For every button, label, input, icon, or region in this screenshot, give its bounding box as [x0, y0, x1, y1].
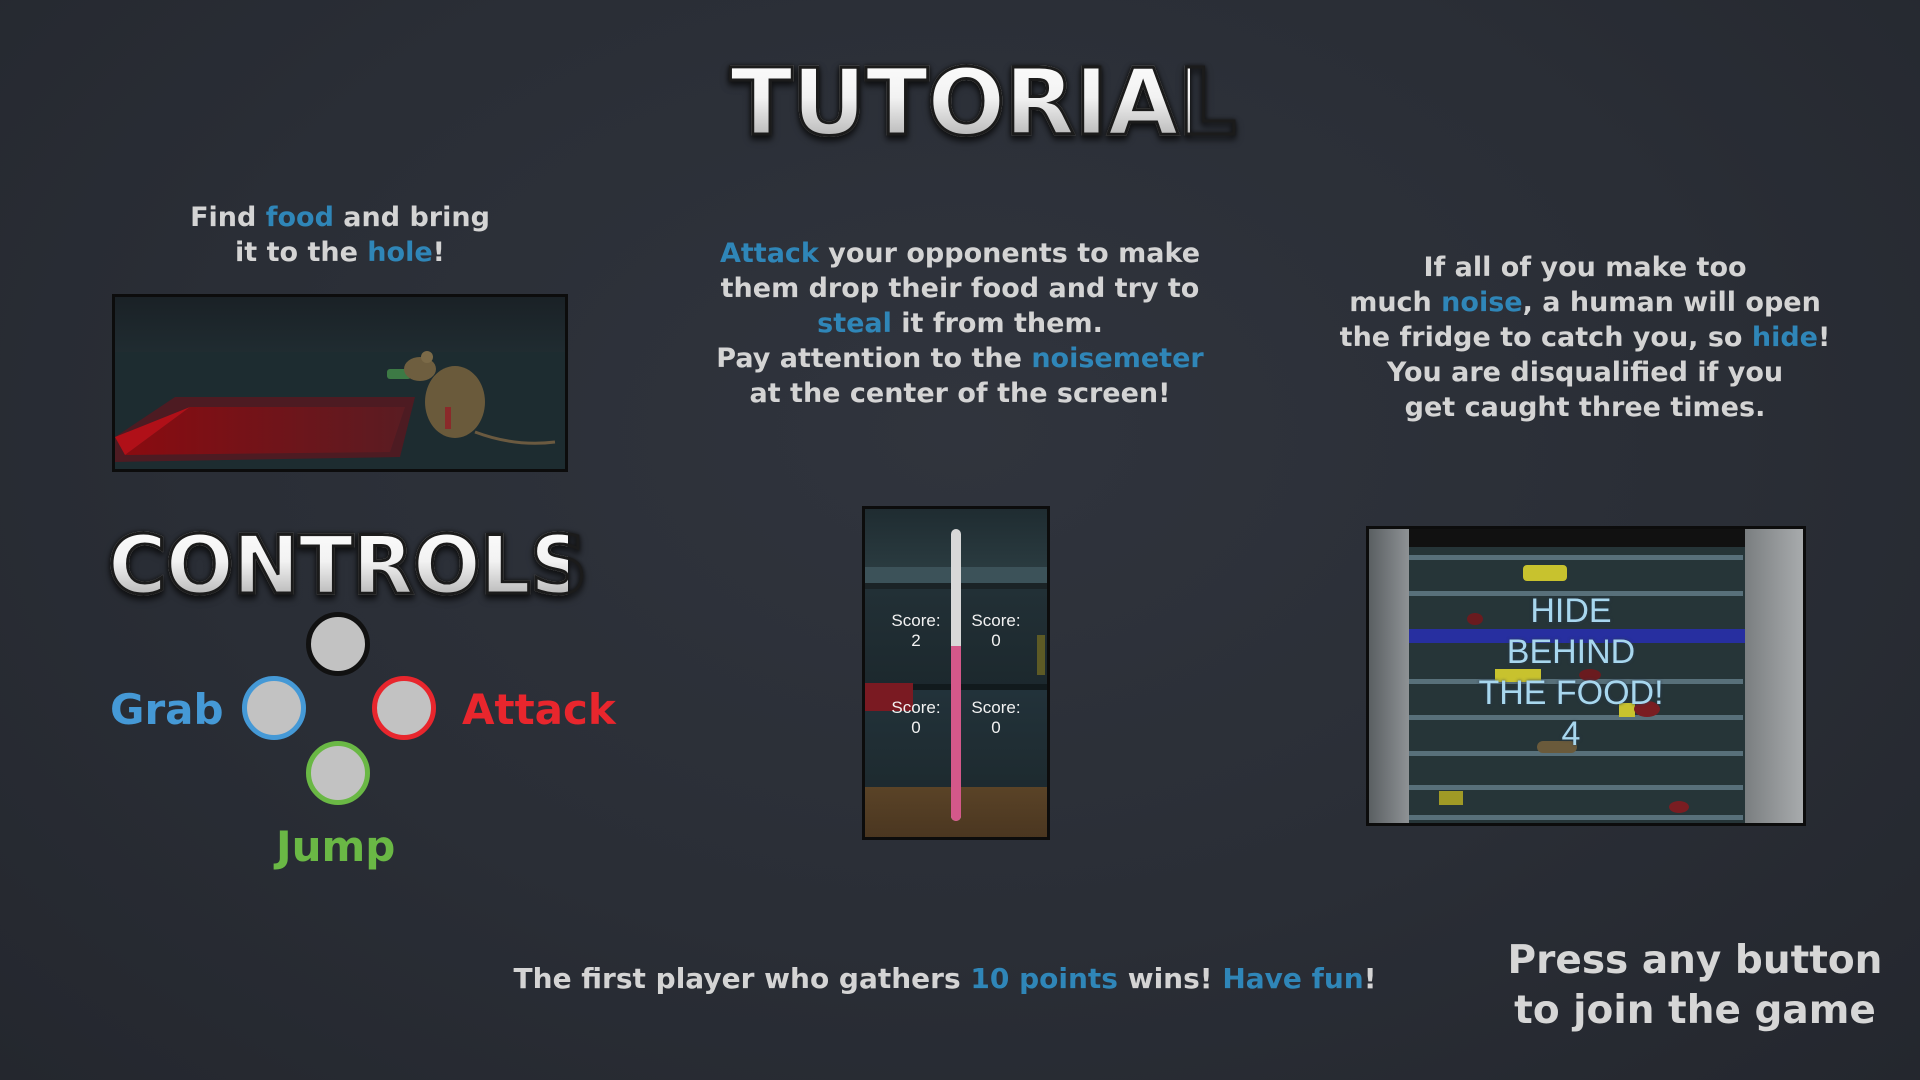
hide-instructions: If all of you make too much noise, a hum… [1339, 252, 1831, 423]
hide-countdown: 4 [1561, 715, 1581, 753]
rat-scene-image [115, 351, 565, 469]
cheese-icon [1439, 791, 1463, 805]
attack-instructions: Attack your opponents to make them drop … [716, 238, 1204, 409]
rat-icon [425, 366, 485, 438]
cheese-icon [1523, 565, 1567, 581]
attack-button-icon [372, 676, 436, 740]
score-p4: Score: 0 [971, 698, 1021, 737]
score-p1: Score: 2 [891, 611, 941, 650]
rat-food-preview [112, 294, 568, 472]
win-condition-text: The first player who gathers 10 points w… [513, 962, 1377, 995]
meat-icon [1669, 801, 1689, 813]
food-instructions: Find food and bring it to the hole! [190, 202, 490, 268]
fridge-preview: HIDE BEHIND THE FOOD! 4 [1366, 526, 1806, 826]
controls-title: CONTROLS [107, 518, 589, 614]
top-button-icon [306, 612, 370, 676]
join-prompt: Press any button to join the game [1507, 938, 1883, 1033]
score-p3: Score: 0 [891, 698, 941, 737]
grab-label: Grab [110, 685, 224, 734]
jump-button-icon [306, 741, 370, 805]
hide-alert: HIDE BEHIND THE FOOD! 4 [1369, 591, 1773, 755]
noisemeter-preview: Score: 2 Score: 0 Score: 0 Score: 0 [862, 506, 1050, 840]
score-p2: Score: 0 [971, 611, 1021, 650]
page-title: TUTORIAL [729, 48, 1238, 158]
noisemeter-bar [951, 529, 961, 821]
attack-label: Attack [462, 685, 616, 734]
grab-button-icon [242, 676, 306, 740]
noisemeter-fill [951, 645, 961, 821]
jump-label: Jump [276, 822, 396, 871]
